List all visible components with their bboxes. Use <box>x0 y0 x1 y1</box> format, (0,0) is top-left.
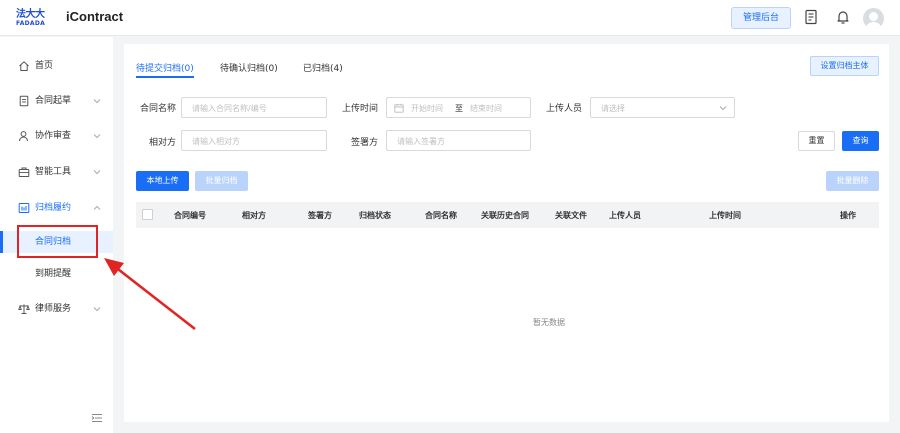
uploader-placeholder: 请选择 <box>601 104 625 113</box>
counterparty-placeholder: 请输入相对方 <box>192 137 240 146</box>
chevron-down-icon <box>719 106 727 111</box>
table-header: 合同编号 相对方 签署方 归档状态 合同名称 关联历史合同 关联文件 上传人员 … <box>136 202 879 228</box>
sidebar-subitem-label: 到期提醒 <box>35 269 72 279</box>
column-header: 上传时间 <box>709 211 741 220</box>
signatory-label: 签署方 <box>350 138 378 148</box>
user-icon <box>19 131 28 142</box>
logo-text-cn: 法大大 <box>16 9 45 20</box>
signatory-input[interactable]: 请输入签署方 <box>386 130 531 151</box>
upload-time-range-picker[interactable]: 开始时间 至 结束时间 <box>386 97 531 118</box>
column-header: 合同编号 <box>174 211 206 220</box>
select-all-checkbox[interactable] <box>142 209 153 220</box>
reset-button[interactable]: 重置 <box>798 131 835 151</box>
logo[interactable]: 法大大 FADADA <box>16 9 48 29</box>
avatar[interactable] <box>863 8 884 29</box>
app-title: iContract <box>66 9 124 24</box>
counterparty-label: 相对方 <box>148 138 176 148</box>
briefcase-icon <box>18 167 30 177</box>
column-header: 合同名称 <box>425 211 457 220</box>
admin-console-button[interactable]: 管理后台 <box>731 7 791 29</box>
main-content-panel: 待提交归档(0) 待确认归档(0) 已归档(4) 设置归档主体 合同名称 请输入… <box>124 44 889 422</box>
sidebar-item-smart-tools[interactable]: 智能工具 <box>0 161 113 183</box>
logo-text-en: FADADA <box>16 20 46 27</box>
sidebar-item-label: 智能工具 <box>35 167 72 177</box>
column-header: 签署方 <box>308 211 332 220</box>
column-header: 相对方 <box>242 211 266 220</box>
end-time-placeholder: 结束时间 <box>470 104 502 113</box>
chevron-down-icon <box>93 170 101 175</box>
document-icon <box>19 95 29 107</box>
sidebar-item-label: 首页 <box>35 61 54 71</box>
scale-icon <box>18 304 30 314</box>
chevron-down-icon <box>93 99 101 104</box>
set-archive-subject-button[interactable]: 设置归档主体 <box>810 56 879 76</box>
sidebar-item-label: 归档履约 <box>35 203 72 213</box>
chevron-up-icon <box>93 205 101 210</box>
contract-name-placeholder: 请输入合同名称/编号 <box>192 104 267 113</box>
tab-pending-confirmation[interactable]: 待确认归档(0) <box>220 61 278 74</box>
column-header: 上传人员 <box>609 211 641 220</box>
sidebar-item-home[interactable]: 首页 <box>0 55 113 77</box>
batch-delete-button[interactable]: 批量删除 <box>826 171 879 191</box>
sidebar-item-label: 律师服务 <box>35 304 72 314</box>
column-header: 关联历史合同 <box>481 211 529 220</box>
top-header: 法大大 FADADA iContract 管理后台 <box>0 0 900 36</box>
range-separator: 至 <box>455 104 463 113</box>
signatory-placeholder: 请输入签署方 <box>397 137 445 146</box>
chevron-down-icon <box>93 307 101 312</box>
contract-name-input[interactable]: 请输入合同名称/编号 <box>181 97 327 118</box>
calendar-icon <box>394 103 404 113</box>
tab-archived[interactable]: 已归档(4) <box>303 61 343 74</box>
counterparty-input[interactable]: 请输入相对方 <box>181 130 327 151</box>
highlight-box <box>17 225 98 258</box>
uploader-label: 上传人员 <box>545 104 582 114</box>
query-button[interactable]: 查询 <box>842 131 879 151</box>
column-header: 关联文件 <box>555 211 587 220</box>
archive-icon <box>18 203 30 213</box>
sidebar-item-collaborative-review[interactable]: 协作审查 <box>0 125 113 147</box>
uploader-select[interactable]: 请选择 <box>590 97 735 118</box>
chevron-down-icon <box>93 134 101 139</box>
archive-tabs: 待提交归档(0) 待确认归档(0) 已归档(4) <box>124 44 889 84</box>
local-upload-button[interactable]: 本地上传 <box>136 171 189 191</box>
sidebar-item-lawyer-services[interactable]: 律师服务 <box>0 298 113 320</box>
sidebar-item-label: 合同起草 <box>35 96 72 106</box>
column-header: 归档状态 <box>359 211 391 220</box>
sidebar-item-contract-drafting[interactable]: 合同起草 <box>0 90 113 112</box>
collapse-menu-icon[interactable] <box>91 413 103 423</box>
document-icon[interactable] <box>803 9 819 25</box>
bell-icon[interactable] <box>835 9 851 25</box>
sidebar-item-label: 协作审查 <box>35 131 72 141</box>
sidebar-subitem-expiry-reminder[interactable]: 到期提醒 <box>0 263 113 285</box>
home-icon <box>19 61 29 71</box>
start-time-placeholder: 开始时间 <box>411 104 443 113</box>
batch-archive-button[interactable]: 批量归档 <box>195 171 248 191</box>
empty-state-text: 暂无数据 <box>533 318 565 327</box>
upload-time-label: 上传时间 <box>341 104 378 114</box>
contract-name-label: 合同名称 <box>139 104 176 114</box>
column-header: 操作 <box>840 211 856 220</box>
sidebar-item-archive-fulfillment[interactable]: 归档履约 <box>0 197 113 219</box>
tab-pending-submission[interactable]: 待提交归档(0) <box>136 61 194 78</box>
